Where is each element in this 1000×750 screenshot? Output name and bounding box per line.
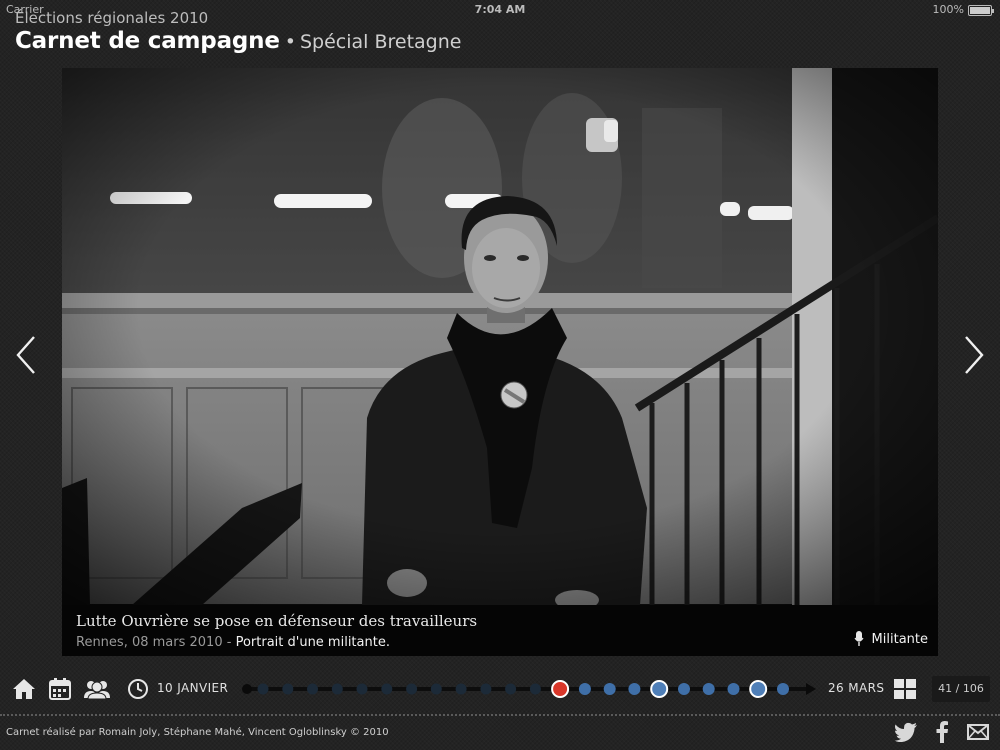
credits-text: Carnet réalisé par Romain Joly, Stéphane… (6, 727, 389, 738)
timeline-start-date: 10 JANVIER (157, 681, 229, 695)
timeline-dot[interactable] (578, 683, 591, 695)
caption-description: Portrait d'une militante. (235, 635, 390, 650)
timeline-dot[interactable] (702, 683, 715, 695)
clock-icon (128, 679, 148, 699)
home-icon (13, 679, 35, 699)
title-separator: • (284, 31, 296, 53)
timeline-dot[interactable] (307, 683, 318, 695)
calendar-button[interactable] (47, 677, 73, 701)
facebook-share-button[interactable] (930, 721, 954, 743)
microphone-icon (854, 631, 864, 646)
facebook-icon (936, 721, 948, 743)
timeline-dot[interactable] (406, 683, 418, 695)
timeline-current-dot[interactable] (551, 680, 570, 698)
timeline-dot[interactable] (257, 683, 269, 695)
timeline-dot[interactable] (777, 683, 789, 695)
home-button[interactable] (11, 677, 37, 701)
next-photo-button[interactable] (954, 330, 994, 380)
people-button[interactable] (83, 677, 111, 701)
timeline-dot[interactable] (331, 683, 343, 695)
footer-divider (0, 714, 1000, 716)
timeline-dot[interactable] (455, 683, 467, 695)
people-icon (84, 681, 110, 700)
twitter-share-button[interactable] (894, 721, 918, 743)
clock-button[interactable] (125, 677, 151, 701)
timeline-dot[interactable] (603, 683, 616, 695)
timeline-dot[interactable] (356, 683, 368, 695)
page-title: Carnet de campagne (15, 28, 280, 54)
timeline-dot[interactable] (749, 680, 768, 698)
timeline-dot[interactable] (505, 683, 517, 695)
bottom-toolbar: 10 JANVIER 26 MARS 41 / 106 (0, 668, 1000, 710)
grid-view-button[interactable] (892, 677, 918, 701)
caption-place-date: Rennes, 08 mars 2010 (76, 635, 223, 650)
header-title-row: Carnet de campagne • Spécial Bretagne (15, 28, 461, 54)
previous-photo-button[interactable] (6, 330, 46, 380)
timeline-end-date: 26 MARS (828, 681, 885, 695)
timeline-dot[interactable] (381, 683, 393, 695)
caption-separator: - (222, 635, 236, 650)
portrait-photo (62, 68, 938, 605)
timeline-dot[interactable] (480, 683, 492, 695)
photo (62, 68, 938, 605)
photo-caption: Lutte Ouvrière se pose en défenseur des … (62, 605, 938, 656)
timeline-dot[interactable] (529, 683, 541, 695)
timeline-dot[interactable] (628, 683, 641, 695)
timeline-dot[interactable] (727, 683, 740, 695)
twitter-icon (894, 722, 917, 742)
chevron-left-icon (16, 336, 35, 374)
caption-title: Lutte Ouvrière se pose en défenseur des … (76, 612, 478, 630)
timeline-dot[interactable] (678, 683, 690, 695)
battery-icon (968, 5, 994, 16)
caption-meta: Rennes, 08 mars 2010 - Portrait d'une mi… (76, 635, 390, 650)
photo-counter: 41 / 106 (932, 676, 990, 702)
timeline-slider[interactable] (240, 672, 820, 706)
header-supertitle: Élections régionales 2010 (15, 9, 209, 27)
page-subtitle: Spécial Bretagne (299, 31, 462, 53)
category-tag[interactable]: Militante (854, 631, 928, 647)
timeline-end-arrow (806, 683, 816, 695)
share-icons (894, 721, 990, 743)
mail-share-button[interactable] (966, 721, 990, 743)
category-tag-label: Militante (871, 631, 928, 647)
timeline-dot[interactable] (282, 683, 294, 695)
timeline-dot[interactable] (650, 680, 669, 698)
battery-percent: 100% (932, 3, 964, 16)
grid-icon (894, 679, 916, 699)
timeline-start-marker (242, 684, 252, 694)
timeline-dot[interactable] (430, 683, 442, 695)
calendar-icon (49, 678, 71, 700)
mail-icon (967, 724, 989, 740)
chevron-right-icon (965, 336, 984, 374)
